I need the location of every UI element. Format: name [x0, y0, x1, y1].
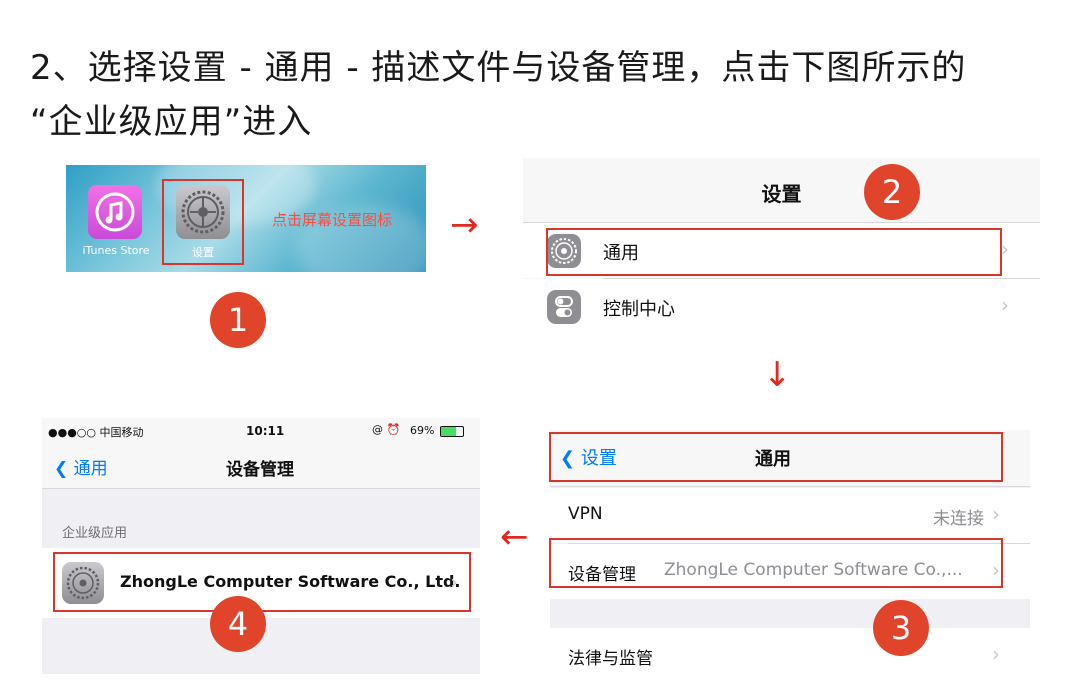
- settings-row-control-center[interactable]: 控制中心 ›: [523, 279, 1040, 328]
- highlight-box-general: [546, 228, 1002, 276]
- settings-nav-title: 设置: [761, 182, 802, 206]
- vpn-label: VPN: [568, 504, 603, 524]
- chevron-right-icon: ›: [992, 502, 1000, 526]
- highlight-box-enterprise-profile: [53, 552, 471, 612]
- back-to-general-button[interactable]: ❮ 通用: [54, 454, 108, 479]
- instruction-line-2: “企业级应用”进入: [30, 102, 313, 142]
- status-icons: @ ⏰: [372, 423, 401, 436]
- battery-percentage: 69%: [410, 424, 435, 437]
- general-row-legal[interactable]: 法律与监管 ›: [550, 628, 1030, 680]
- arrow-down-icon: ↓: [763, 355, 792, 395]
- vpn-status: 未连接: [933, 509, 984, 529]
- general-row-vpn[interactable]: VPN 未连接 ›: [550, 488, 1030, 543]
- carrier-status: ●●●○○ 中国移动: [48, 426, 144, 439]
- settings-navbar: 设置: [523, 158, 1040, 223]
- chevron-right-icon: ›: [992, 642, 1000, 666]
- status-time: 10:11: [246, 424, 285, 438]
- chevron-right-icon: ›: [1001, 293, 1009, 317]
- home-screen-panel: iTunes Store 设置 点击屏幕设置图标: [66, 165, 426, 272]
- device-management-nav-title: 设备管理: [226, 460, 294, 480]
- highlight-box-device-management: [549, 538, 1003, 588]
- step-badge-1: 1: [210, 292, 266, 348]
- highlight-box-settings-icon: [162, 179, 244, 265]
- step-badge-4: 4: [210, 596, 266, 652]
- instruction-line-1: 2、选择设置 - 通用 - 描述文件与设备管理，点击下图所示的: [30, 48, 967, 88]
- highlight-box-general-navbar: [549, 432, 1003, 482]
- enterprise-apps-section-header: 企业级应用: [62, 526, 128, 541]
- tap-settings-hint: 点击屏幕设置图标: [272, 211, 393, 229]
- battery-icon: [440, 426, 464, 437]
- step-badge-3: 3: [873, 600, 929, 656]
- itunes-store-label: iTunes Store: [82, 244, 150, 257]
- device-management-header: ●●●○○ 中国移动 10:11 @ ⏰ 69% ❮ 通用 设备管理: [42, 418, 480, 489]
- arrow-left-icon: ←: [500, 517, 529, 557]
- step-badge-2: 2: [864, 164, 920, 220]
- settings-row-control-center-label: 控制中心: [603, 299, 675, 320]
- itunes-store-icon[interactable]: [88, 185, 142, 239]
- arrow-right-icon: →: [450, 205, 479, 245]
- chevron-left-icon: ❮: [54, 459, 69, 479]
- control-center-icon: [547, 290, 581, 324]
- legal-label: 法律与监管: [568, 649, 653, 669]
- back-to-general-label: 通用: [73, 459, 108, 479]
- chevron-right-icon: ›: [1001, 237, 1009, 261]
